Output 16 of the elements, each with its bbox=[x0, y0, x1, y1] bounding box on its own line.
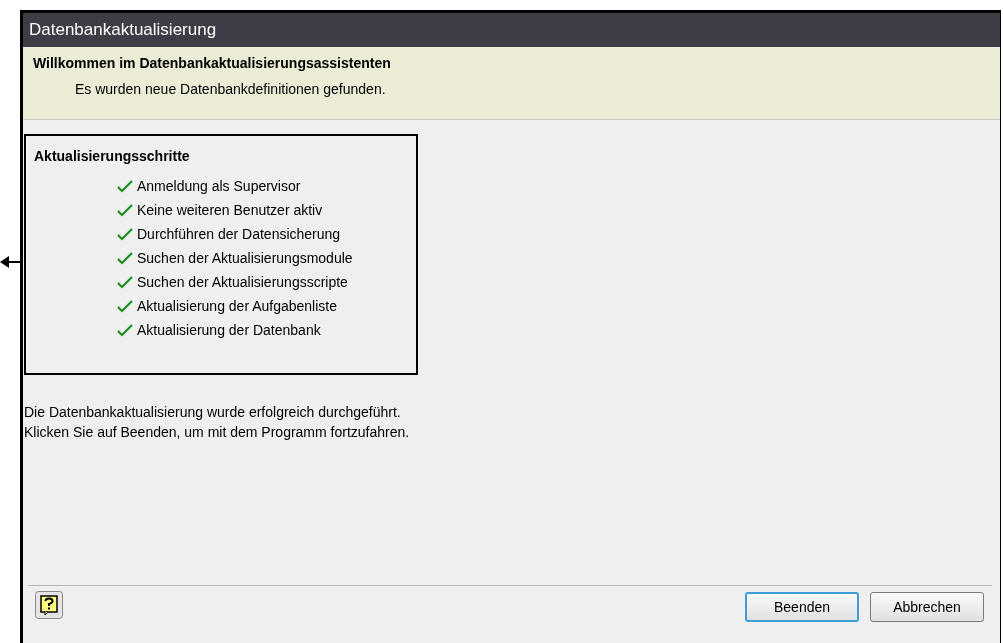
message-text: Klicken Sie auf Beenden, um mit dem Programm fortzufahren. bbox=[24, 423, 411, 442]
step-label: Aktualisierung der Datenbank bbox=[137, 322, 321, 338]
step-label: Anmeldung als Supervisor bbox=[137, 178, 301, 194]
dialog-button[interactable]: Abbrechen bbox=[870, 592, 984, 622]
help-icon[interactable] bbox=[35, 591, 63, 619]
header-title: Willkommen im Datenbankaktualisierungsassistenten bbox=[33, 55, 392, 71]
header-subtitle: Es wurden neue Datenbankdefinitionen gefunden. bbox=[74, 81, 387, 97]
step-label: Suchen der Aktualisierungsmodule bbox=[137, 250, 353, 266]
message-text: Die Datenbankaktualisierung wurde erfolgreich durchgeführt. bbox=[24, 403, 402, 422]
window-title: Datenbankaktualisierung bbox=[29, 20, 217, 40]
step-label: Keine weiteren Benutzer aktiv bbox=[137, 202, 323, 218]
steps-title: Aktualisierungsschritte bbox=[34, 148, 191, 164]
dialog-button[interactable]: Beenden bbox=[745, 592, 859, 622]
step-label: Suchen der Aktualisierungsscripte bbox=[137, 274, 348, 290]
step-label: Durchführen der Datensicherung bbox=[137, 226, 341, 242]
step-label: Aktualisierung der Aufgabenliste bbox=[137, 298, 338, 314]
